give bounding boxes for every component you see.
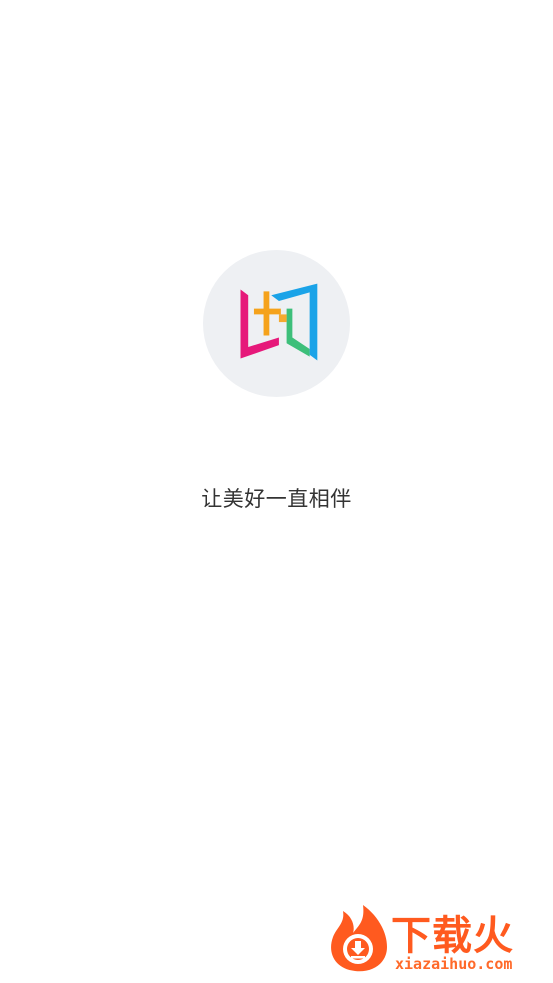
app-logo-badge bbox=[203, 250, 350, 397]
watermark: 下载火 xiazaihuo.com bbox=[325, 901, 547, 979]
flame-download-icon bbox=[331, 905, 387, 972]
app-logo-icon bbox=[240, 283, 317, 360]
splash-screen: 让美好一直相伴 下载火 xiazaihuo.com bbox=[0, 0, 553, 983]
watermark-title: 下载火 bbox=[391, 913, 514, 959]
watermark-url: xiazaihuo.com bbox=[395, 955, 513, 973]
app-tagline: 让美好一直相伴 bbox=[201, 487, 352, 511]
